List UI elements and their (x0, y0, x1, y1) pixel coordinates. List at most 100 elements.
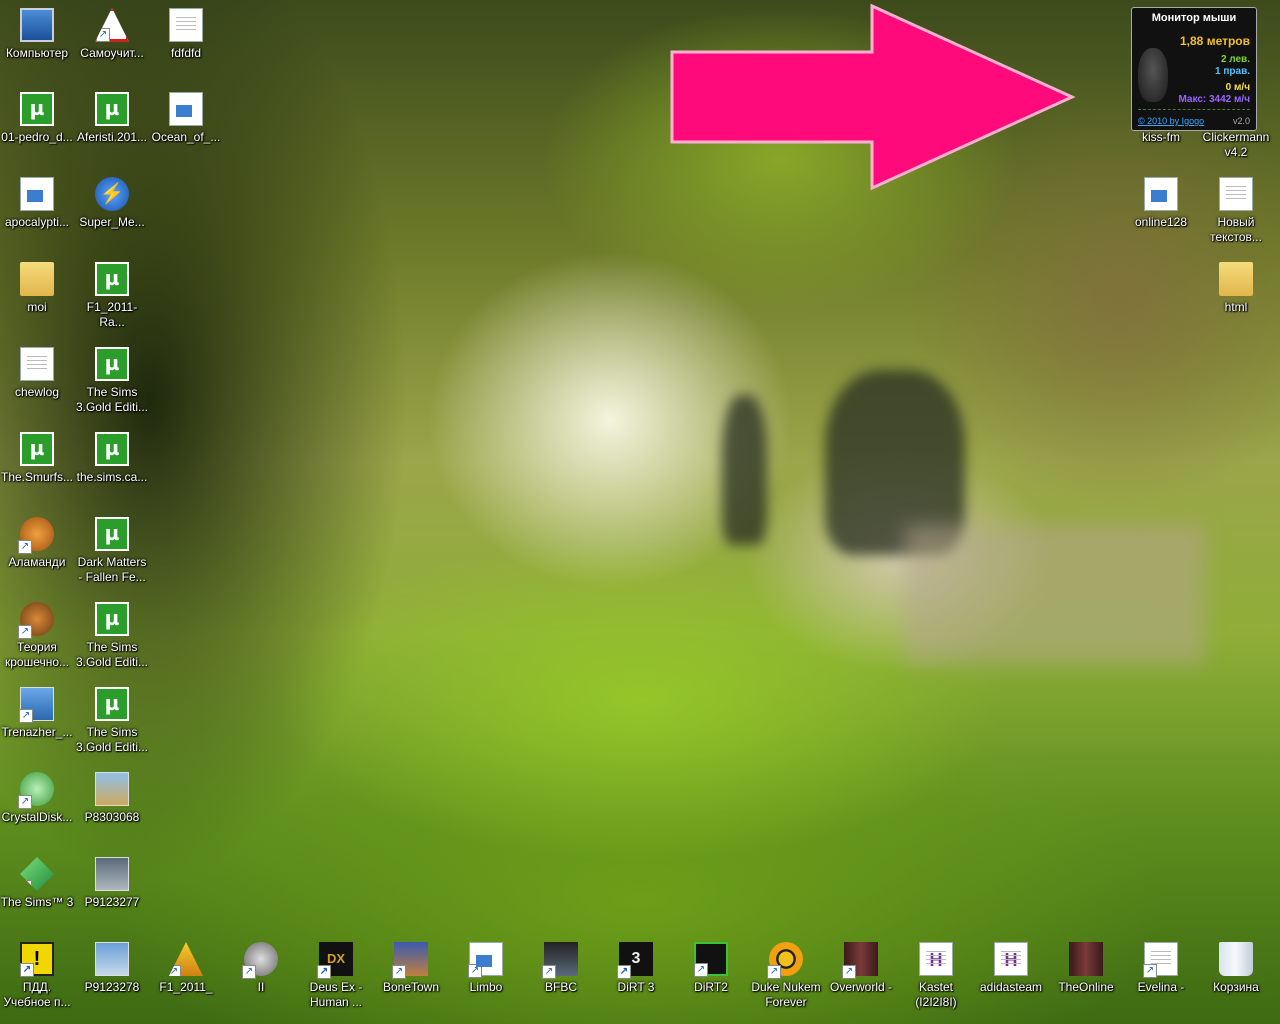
desktop-icon-text[interactable]: fdfdfd (149, 8, 223, 61)
widget-divider (1138, 109, 1250, 110)
text-file-icon (20, 347, 54, 381)
icon-label: Аламанди (8, 555, 66, 569)
mouse-monitor-widget[interactable]: Монитор мыши 1,88 метров 2 лев. 1 прав. … (1131, 7, 1257, 131)
app-shortcut-icon (18, 517, 54, 554)
icon-label: 01-pedro_d... (1, 130, 73, 144)
blurred-person (722, 395, 767, 545)
desktop-icon-dirt2[interactable]: DiRT2 (674, 942, 748, 995)
desktop-icon-adidasteam[interactable]: H adidasteam (974, 942, 1048, 995)
desktop-icon-folder[interactable]: moi (0, 262, 74, 315)
icon-label: DiRT2 (694, 980, 728, 994)
distance-value: 1,88 метров (1180, 34, 1250, 48)
desktop-icon-duke-nukem[interactable]: Duke Nukem Forever (749, 942, 823, 1010)
icon-label: Самоучит... (80, 46, 144, 60)
book-shortcut-icon (842, 942, 878, 979)
desktop-icon-torrent[interactable]: µ The Sims 3.Gold Editi... (75, 347, 149, 415)
speed-value: 0 м/ч (1225, 82, 1250, 93)
desktop-icon-computer[interactable]: Компьютер (0, 8, 74, 61)
annotation-arrow (670, 3, 1076, 191)
author-link[interactable]: © 2010 by Igogo (1138, 116, 1204, 126)
icon-label: F1_2011-Ra... (86, 300, 138, 329)
desktop-icon-image[interactable]: P9123277 (75, 857, 149, 910)
icon-label: Aferisti.201... (76, 130, 148, 144)
desktop-icon-pdd[interactable]: ! ПДД. Учебное п... (0, 942, 74, 1010)
desktop-icon-media[interactable]: online128 (1124, 177, 1198, 230)
desktop-icon-torrent[interactable]: µ The Sims 3.Gold Editi... (75, 687, 149, 755)
desktop-icon-overworld[interactable]: Overworld - (824, 942, 898, 995)
icon-label: DiRT 3 (617, 980, 655, 994)
folder-icon (20, 262, 54, 296)
desktop-icon-torrent[interactable]: µ 01-pedro_d... (0, 92, 74, 145)
icon-label: Dark Matters - Fallen Fe... (77, 555, 147, 584)
icon-label: the.sims.ca... (76, 470, 148, 484)
desktop-icon-torrent[interactable]: µ the.sims.ca... (75, 432, 149, 485)
icon-label: Super_Me... (79, 215, 145, 229)
deus-ex-shortcut-icon: DX (317, 942, 353, 979)
desktop-icon-image[interactable]: P9123278 (75, 942, 149, 995)
desktop-icon-road-sign[interactable]: Самоучит... (75, 8, 149, 61)
icon-label: online128 (1134, 215, 1188, 229)
f1-shortcut-icon (169, 942, 203, 976)
icon-label: html (1224, 300, 1248, 314)
desktop[interactable]: Компьютер µ 01-pedro_d... apocalypti... … (0, 0, 1280, 1024)
desktop-icon-kastet[interactable]: H Kastet (I2I2I8I) (899, 942, 973, 1010)
desktop-icon-torrent[interactable]: µ Aferisti.201... (75, 92, 149, 145)
desktop-icon-text[interactable]: Новый текстов... (1199, 177, 1273, 245)
desktop-icon-media[interactable]: Ocean_of_... (149, 92, 223, 145)
desktop-icon-torrent[interactable]: µ Dark Matters - Fallen Fe... (75, 517, 149, 585)
utorrent-icon: µ (95, 517, 129, 551)
desktop-icon-dirt3[interactable]: 3 DiRT 3 (599, 942, 673, 995)
desktop-icon-sims[interactable]: The Sims™ 3 (0, 857, 74, 910)
desktop-icon-theonline[interactable]: TheOnline (1049, 942, 1123, 995)
desktop-icon-deus-ex[interactable]: DX Deus Ex - Human ... (299, 942, 373, 1010)
desktop-icon-tank[interactable]: II (224, 942, 298, 995)
widget-title: Монитор мыши (1151, 12, 1237, 24)
icon-label: TheOnline (1058, 980, 1114, 994)
desktop-icon-limbo[interactable]: Limbo (449, 942, 523, 995)
desktop-icon-disk-tool[interactable]: CrystalDisk... (0, 772, 74, 825)
text-shortcut-icon (1143, 942, 1178, 978)
left-clicks-value: 2 лев. (1220, 54, 1250, 65)
disk-tool-icon (18, 772, 54, 809)
desktop-icon-bfbc[interactable]: BFBC (524, 942, 598, 995)
desktop-icon-torrent[interactable]: µ The Sims 3.Gold Editi... (75, 602, 149, 670)
desktop-icon-recycle-bin[interactable]: Корзина (1199, 942, 1273, 995)
icon-label: moi (27, 300, 47, 314)
text-file-icon (1219, 177, 1253, 211)
desktop-icon-app[interactable]: Аламанди (0, 517, 74, 570)
desktop-icon-image[interactable]: P8303068 (75, 772, 149, 825)
computer-icon (20, 8, 54, 42)
desktop-icon-torrent[interactable]: µ F1_2011-Ra... (75, 262, 149, 330)
icon-label: The Sims™ 3 (0, 895, 74, 909)
desktop-icon-torrent[interactable]: µ The.Smurfs... (0, 432, 74, 485)
icon-label: Trenazher_... (1, 725, 73, 739)
desktop-icon-flash[interactable]: ⚡ Super_Me... (75, 177, 149, 230)
desktop-icon-text[interactable]: chewlog (0, 347, 74, 400)
icon-label: P9123278 (84, 980, 140, 994)
radiation-shortcut-icon (767, 942, 803, 979)
image-file-icon (95, 942, 129, 976)
icon-label: BFBC (544, 980, 577, 994)
road-sign-shortcut-icon (95, 8, 129, 42)
warning-sign-shortcut-icon: ! (20, 942, 54, 977)
desktop-icon-evelina[interactable]: Evelina - (1124, 942, 1198, 995)
desktop-icon-folder[interactable]: html (1199, 262, 1273, 315)
media-file-icon (169, 92, 203, 126)
icon-label: Evelina - (1137, 980, 1185, 994)
icon-label: The.Smurfs... (0, 470, 74, 484)
image-file-icon (95, 772, 129, 806)
desktop-icon-game[interactable]: Теория крошечно... (0, 602, 74, 670)
sims-icon (20, 857, 54, 891)
utorrent-icon: µ (95, 687, 129, 721)
icon-label: Limbo (469, 980, 503, 994)
h-file-icon: H (919, 942, 953, 976)
desktop-icon-bonetown[interactable]: BoneTown (374, 942, 448, 995)
icon-label: II (257, 980, 265, 994)
icon-label: fdfdfd (170, 46, 202, 60)
utorrent-icon: µ (20, 92, 54, 126)
desktop-icon-f1[interactable]: F1_2011_ (149, 942, 223, 995)
installer-icon (19, 687, 54, 723)
max-speed-value: Макс: 3442 м/ч (1178, 94, 1250, 105)
desktop-icon-installer[interactable]: Trenazher_... (0, 687, 74, 740)
desktop-icon-media[interactable]: apocalypti... (0, 177, 74, 230)
